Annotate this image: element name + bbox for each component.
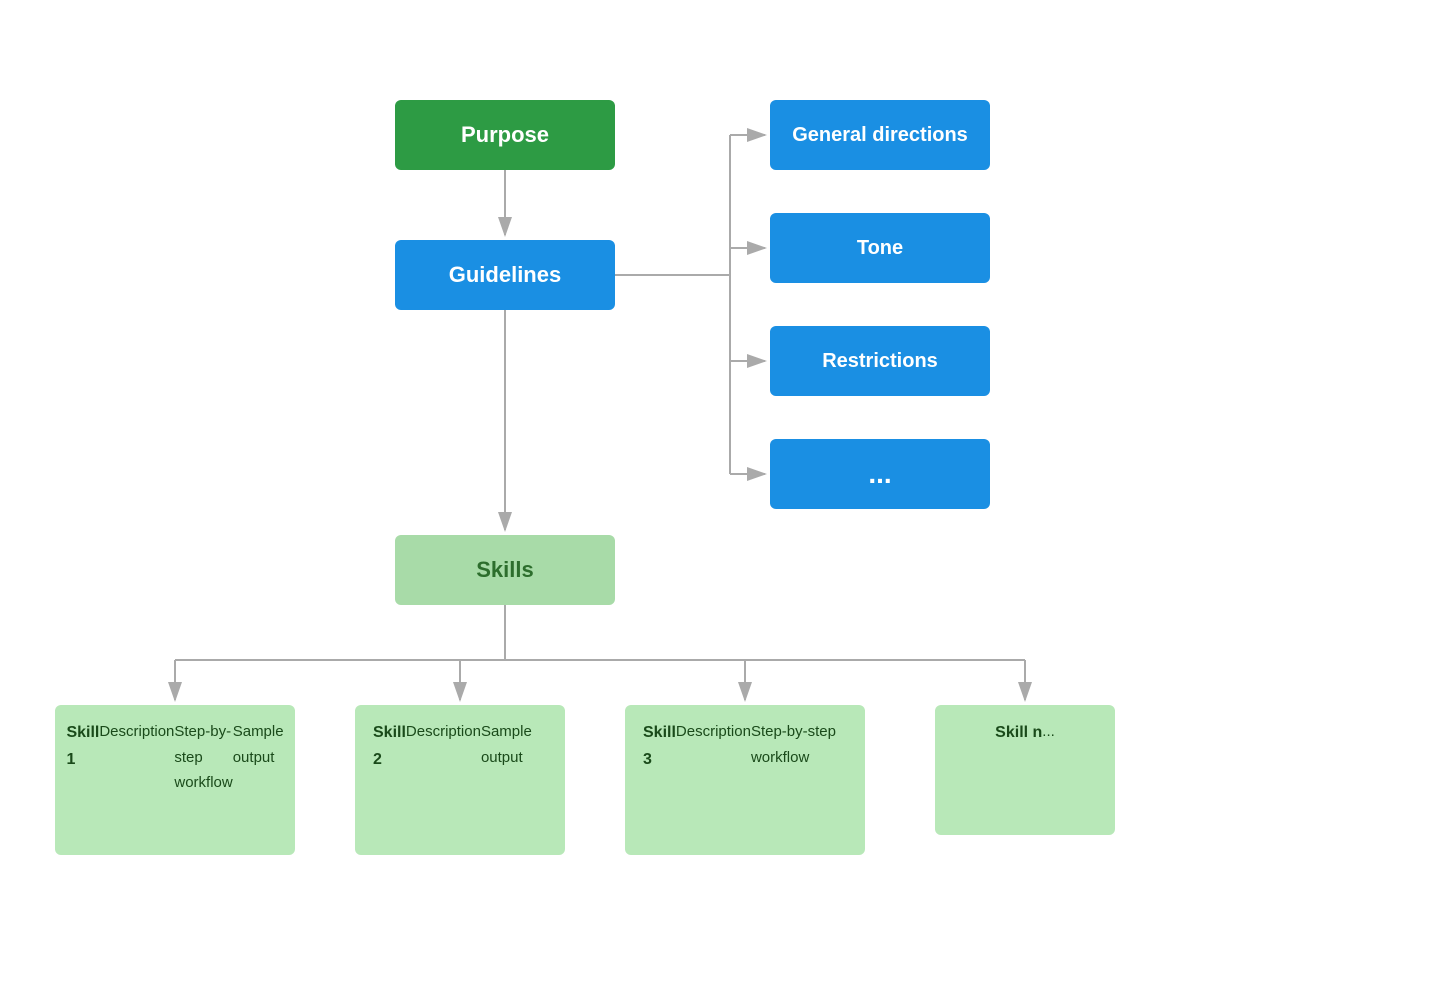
skill2-line2: Sample output xyxy=(481,719,547,770)
skill2-title: Skill 2 xyxy=(373,719,406,773)
guidelines-node: Guidelines xyxy=(395,240,615,310)
restrictions-label: Restrictions xyxy=(822,350,938,373)
skill2-line1: Description xyxy=(406,719,481,745)
general-directions-node: General directions xyxy=(770,100,990,170)
skill4-line1: ... xyxy=(1042,719,1055,745)
skill3-title: Skill 3 xyxy=(643,719,676,773)
skill1-title: Skill 1 xyxy=(66,719,99,773)
diagram: Purpose Guidelines General directions To… xyxy=(0,0,1430,982)
skill3-line1: Description xyxy=(676,719,751,745)
ellipsis-right-node: ... xyxy=(770,439,990,509)
skill4-title: Skill n xyxy=(995,719,1042,746)
skill1-line3: Sample output xyxy=(233,719,284,770)
skill1-line2: Step-by-step workflow xyxy=(174,719,232,796)
general-directions-label: General directions xyxy=(792,124,968,147)
ellipsis-right-label: ... xyxy=(868,458,891,490)
restrictions-node: Restrictions xyxy=(770,326,990,396)
purpose-node: Purpose xyxy=(395,100,615,170)
skills-label: Skills xyxy=(476,557,533,583)
skill2-node: Skill 2 Description Sample output xyxy=(355,705,565,855)
guidelines-label: Guidelines xyxy=(449,262,561,288)
skill4-node: Skill n ... xyxy=(935,705,1115,835)
skill1-node: Skill 1 Description Step-by-step workflo… xyxy=(55,705,295,855)
skill3-line2: Step-by-step workflow xyxy=(751,719,847,770)
skill3-node: Skill 3 Description Step-by-step workflo… xyxy=(625,705,865,855)
skill1-line1: Description xyxy=(99,719,174,745)
tone-node: Tone xyxy=(770,213,990,283)
skills-node: Skills xyxy=(395,535,615,605)
purpose-label: Purpose xyxy=(461,122,549,148)
tone-label: Tone xyxy=(857,237,903,260)
